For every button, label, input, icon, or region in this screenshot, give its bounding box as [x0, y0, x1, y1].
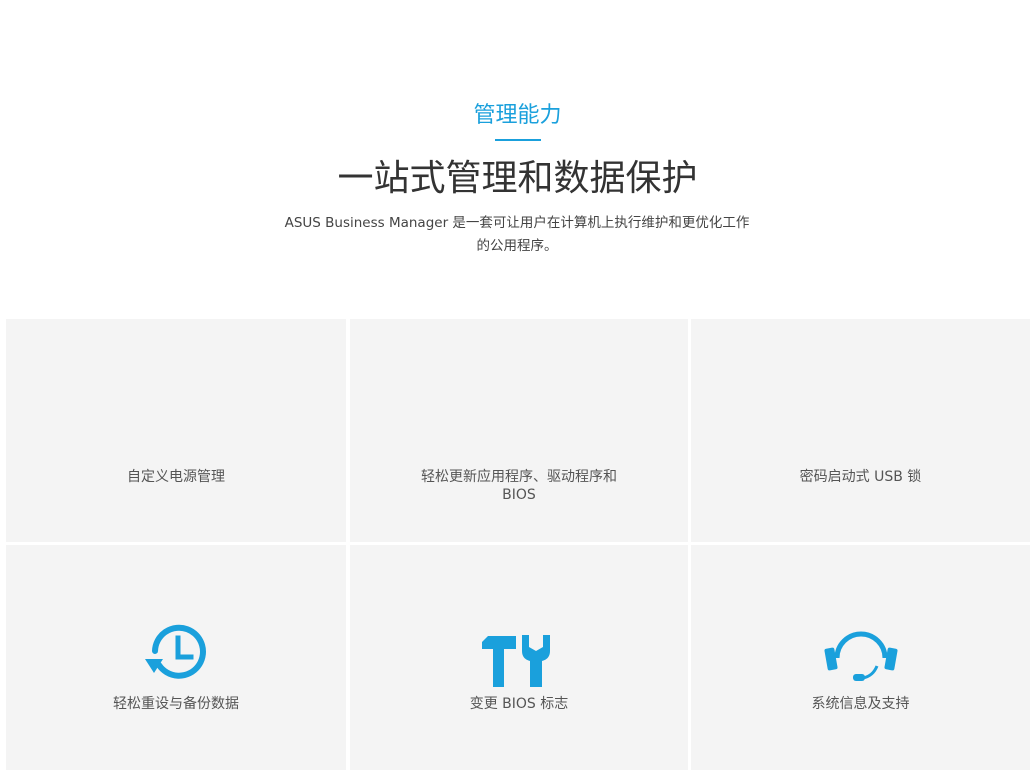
feature-grid: 自定义电源管理 轻松更新应用程序、驱动程序和 BIOS 密码启动式 USB 锁 … [6, 319, 1030, 770]
feature-tile-support[interactable]: 系统信息及支持 [691, 545, 1030, 770]
feature-tile-power[interactable]: 自定义电源管理 [6, 319, 346, 542]
section-description: ASUS Business Manager 是一套可让用户在计算机上执行维护和更… [267, 212, 767, 258]
feature-label-update: 轻松更新应用程序、驱动程序和 BIOS [350, 468, 688, 504]
feature-tile-update[interactable]: 轻松更新应用程序、驱动程序和 BIOS [350, 319, 688, 542]
feature-tile-bios-logo[interactable]: 变更 BIOS 标志 [350, 545, 688, 770]
feature-label-backup: 轻松重设与备份数据 [113, 696, 239, 712]
clock-restore-icon [145, 624, 206, 679]
feature-label-bios-logo: 变更 BIOS 标志 [469, 696, 569, 712]
description-line-2: 的公用程序。 [476, 238, 558, 254]
feature-label-update-line-1: 轻松更新应用程序、驱动程序和 [421, 469, 617, 485]
headset-icon [823, 631, 898, 681]
feature-label-usb-lock: 密码启动式 USB 锁 [799, 469, 922, 485]
section-title: 一站式管理和数据保护 [337, 158, 698, 199]
section-eyebrow: 管理能力 [473, 103, 562, 128]
feature-tile-usb-lock[interactable]: 密码启动式 USB 锁 [691, 319, 1030, 542]
feature-label-support: 系统信息及支持 [811, 696, 910, 712]
feature-label-power: 自定义电源管理 [127, 469, 225, 485]
feature-tile-backup[interactable]: 轻松重设与备份数据 [6, 545, 346, 770]
feature-label-update-line-2: BIOS [502, 487, 536, 503]
description-line-1: ASUS Business Manager 是一套可让用户在计算机上执行维护和更… [284, 215, 750, 231]
hammer-wrench-icon [482, 635, 550, 687]
eyebrow-underline [495, 139, 541, 141]
